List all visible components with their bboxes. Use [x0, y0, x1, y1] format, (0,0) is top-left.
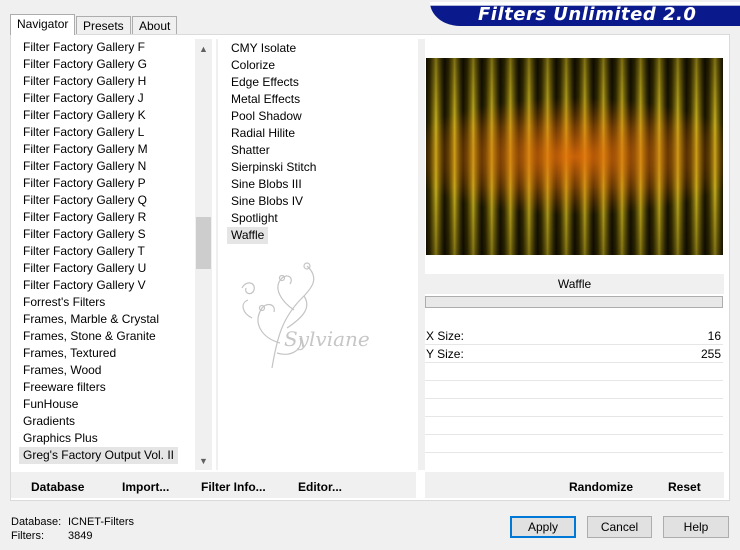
category-item[interactable]: Filter Factory Gallery T — [11, 243, 194, 260]
category-item[interactable]: Forrest's Filters — [11, 294, 194, 311]
randomize-link[interactable]: Randomize — [569, 480, 633, 494]
category-item[interactable]: Frames, Wood — [11, 362, 194, 379]
category-item[interactable]: Filter Factory Gallery U — [11, 260, 194, 277]
filter-preview — [426, 58, 723, 255]
category-scrollbar[interactable]: ▲ ▼ — [195, 39, 212, 470]
filter-item[interactable]: Metal Effects — [220, 91, 416, 108]
parameter-row-empty — [425, 363, 723, 381]
watermark-logo: Sylviane — [232, 258, 382, 378]
category-item[interactable]: FunHouse — [11, 396, 194, 413]
filter-item[interactable]: Radial Hilite — [220, 125, 416, 142]
tab-presets[interactable]: Presets — [76, 16, 131, 34]
category-item[interactable]: Filter Factory Gallery F — [11, 39, 194, 56]
category-item[interactable]: Filter Factory Gallery R — [11, 209, 194, 226]
filter-info-link[interactable]: Filter Info... — [201, 480, 266, 494]
category-item[interactable]: Frames, Textured — [11, 345, 194, 362]
filter-item[interactable]: Shatter — [220, 142, 416, 159]
parameter-row-x-size[interactable]: X Size: 16 — [425, 327, 723, 345]
category-item[interactable]: Frames, Stone & Granite — [11, 328, 194, 345]
param-value[interactable]: 16 — [708, 327, 721, 345]
filter-item[interactable]: Edge Effects — [220, 74, 416, 91]
filter-item[interactable]: Sine Blobs IV — [220, 193, 416, 210]
editor-link[interactable]: Editor... — [298, 480, 342, 494]
scroll-thumb[interactable] — [196, 217, 211, 269]
category-item[interactable]: Filter Factory Gallery L — [11, 124, 194, 141]
action-bar: Randomize Reset — [425, 472, 724, 498]
scroll-up-icon[interactable]: ▲ — [195, 41, 212, 57]
category-item[interactable]: Filter Factory Gallery J — [11, 90, 194, 107]
filter-list[interactable]: CMY Isolate Colorize Edge Effects Metal Eff… — [220, 40, 416, 460]
category-item[interactable]: Filter Factory Gallery M — [11, 141, 194, 158]
filter-item[interactable]: Waffle — [227, 227, 269, 244]
param-label: Y Size: — [426, 347, 464, 361]
param-label: X Size: — [426, 329, 465, 343]
help-button[interactable]: Help — [663, 516, 729, 538]
link-bar: Database Import... Filter Info... Editor… — [11, 472, 416, 498]
parameter-row-empty — [425, 381, 723, 399]
category-item[interactable]: Gradients — [11, 413, 194, 430]
category-item[interactable]: Filter Factory Gallery N — [11, 158, 194, 175]
category-list[interactable]: Filter Factory Gallery F Filter Factory G… — [11, 39, 194, 469]
parameter-row-empty — [425, 399, 723, 417]
category-item[interactable]: Filter Factory Gallery V — [11, 277, 194, 294]
panel-divider — [418, 39, 425, 470]
parameter-row-empty — [425, 435, 723, 453]
filter-item[interactable]: Sine Blobs III — [220, 176, 416, 193]
parameter-row-empty — [425, 417, 723, 435]
category-item[interactable]: Filter Factory Gallery P — [11, 175, 194, 192]
title-banner: Filters Unlimited 2.0 — [430, 2, 740, 26]
parameter-row-y-size[interactable]: Y Size: 255 — [425, 345, 723, 363]
tab-navigator[interactable]: Navigator — [10, 14, 76, 35]
list-divider — [216, 39, 218, 470]
category-item[interactable]: Filter Factory Gallery G — [11, 56, 194, 73]
database-label: Database: — [11, 516, 62, 528]
filter-item[interactable]: Pool Shadow — [220, 108, 416, 125]
apply-button[interactable]: Apply — [510, 516, 576, 538]
param-value[interactable]: 255 — [701, 345, 721, 363]
category-item[interactable]: Filter Factory Gallery Q — [11, 192, 194, 209]
database-value: ICNET-Filters — [68, 516, 134, 528]
category-item[interactable]: Frames, Marble & Crystal — [11, 311, 194, 328]
scroll-down-icon[interactable]: ▼ — [195, 453, 212, 469]
filter-item[interactable]: Spotlight — [220, 210, 416, 227]
watermark-text: Sylviane — [284, 327, 370, 351]
import-link[interactable]: Import... — [122, 480, 169, 494]
parameter-title: Waffle — [425, 274, 724, 294]
category-item[interactable]: Filter Factory Gallery S — [11, 226, 194, 243]
parameter-progress-bar — [425, 296, 723, 308]
category-item[interactable]: Filter Factory Gallery H — [11, 73, 194, 90]
category-item[interactable]: Filter Factory Gallery K — [11, 107, 194, 124]
category-item[interactable]: Freeware filters — [11, 379, 194, 396]
category-item[interactable]: Graphics Plus — [11, 430, 194, 447]
cancel-button[interactable]: Cancel — [587, 516, 652, 538]
filter-item[interactable]: Colorize — [220, 57, 416, 74]
filter-item[interactable]: CMY Isolate — [220, 40, 416, 57]
filter-item[interactable]: Sierpinski Stitch — [220, 159, 416, 176]
tab-about[interactable]: About — [132, 16, 178, 34]
reset-link[interactable]: Reset — [668, 480, 701, 494]
category-item[interactable]: Greg's Factory Output Vol. II — [19, 447, 179, 464]
filters-count-value: 3849 — [68, 530, 93, 542]
app-title: Filters Unlimited 2.0 — [478, 4, 697, 25]
filters-count-label: Filters: — [11, 530, 44, 542]
database-link[interactable]: Database — [31, 480, 84, 494]
